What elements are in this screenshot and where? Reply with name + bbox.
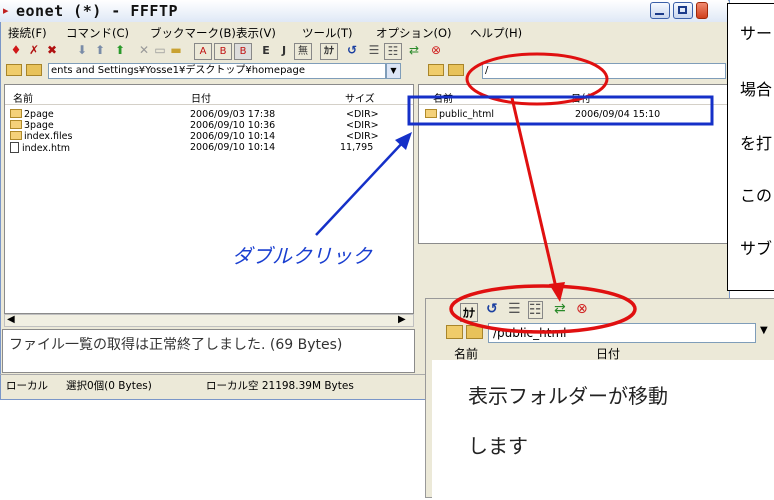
- double-click-arrow: [315, 139, 406, 236]
- public-html-highlight-box: [407, 95, 714, 126]
- zoom-path-highlight-ellipse: [449, 284, 637, 334]
- annotation-overlay: [315, 52, 714, 334]
- path-change-arrow: [510, 97, 559, 293]
